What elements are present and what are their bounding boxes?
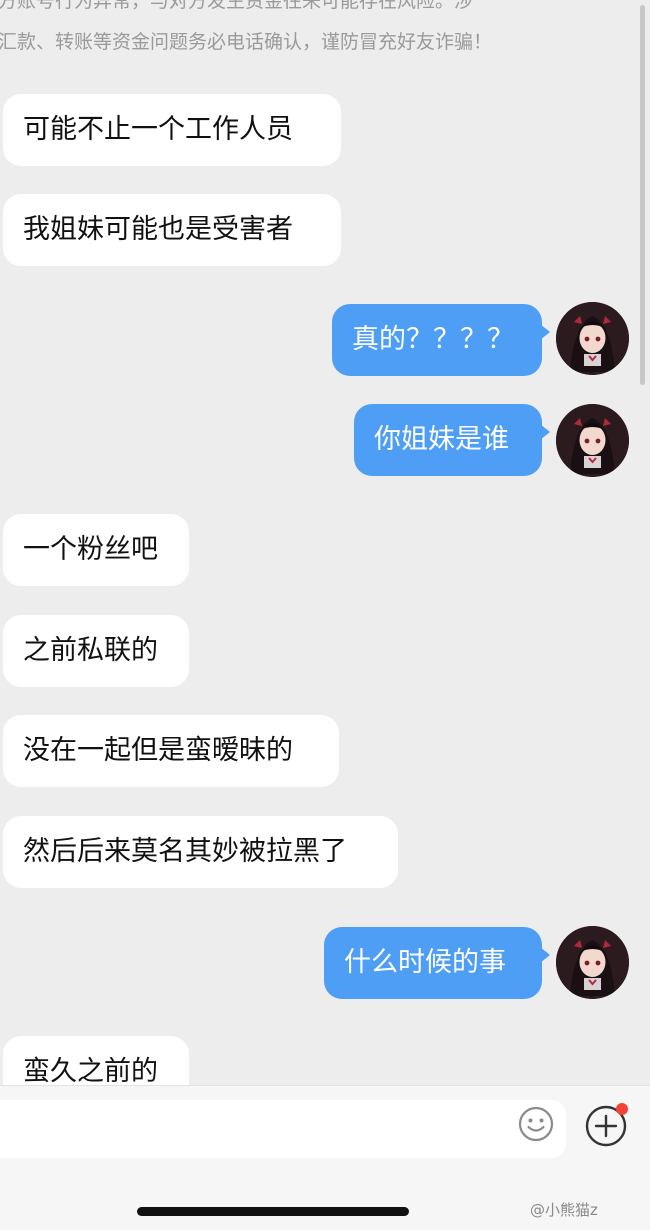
outgoing-message-bubble[interactable]: 真的？？？？ xyxy=(332,304,550,376)
warning-line-2: 汇款、转账等资金问题务必电话确认，谨防冒充好友诈骗！ xyxy=(0,31,493,53)
avatar-icon xyxy=(556,302,629,375)
plus-circle-icon[interactable] xyxy=(584,1102,630,1148)
avatar-icon xyxy=(556,404,629,477)
scrollbar[interactable] xyxy=(640,5,645,385)
home-indicator[interactable] xyxy=(137,1207,409,1216)
watermark: @小熊猫z xyxy=(530,1201,598,1219)
notification-badge-icon xyxy=(616,1103,628,1115)
message-input[interactable] xyxy=(0,1100,566,1158)
user-avatar[interactable] xyxy=(556,302,629,375)
outgoing-message-bubble[interactable]: 什么时候的事 xyxy=(324,927,550,999)
warning-line-1: 方账号行为异常，与对方发生资金往来可能存在风险。涉 xyxy=(0,0,474,12)
input-bar: @小熊猫z xyxy=(0,1085,650,1230)
incoming-message-bubble[interactable]: 我姐妹可能也是受害者 xyxy=(3,194,341,266)
smiley-icon[interactable] xyxy=(518,1106,554,1142)
incoming-message-bubble[interactable]: 之前私联的 xyxy=(3,615,189,687)
incoming-message-bubble[interactable]: 没在一起但是蛮暧昧的 xyxy=(3,715,339,787)
incoming-message-bubble[interactable]: 一个粉丝吧 xyxy=(3,514,189,586)
outgoing-message-bubble[interactable]: 你姐妹是谁 xyxy=(354,404,550,476)
user-avatar[interactable] xyxy=(556,926,629,999)
user-avatar[interactable] xyxy=(556,404,629,477)
incoming-message-bubble[interactable]: 然后后来莫名其妙被拉黑了 xyxy=(3,816,398,888)
avatar-icon xyxy=(556,926,629,999)
incoming-message-bubble[interactable]: 可能不止一个工作人员 xyxy=(3,94,341,166)
